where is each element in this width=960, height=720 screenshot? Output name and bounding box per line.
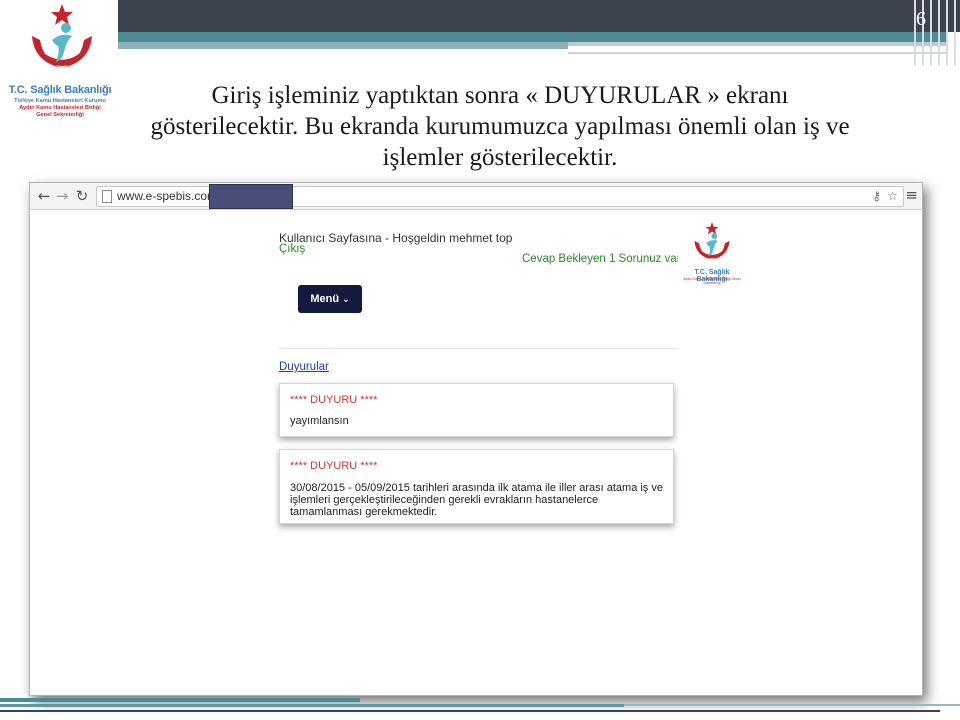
- announcement-card: **** DUYURU **** 30/08/2015 - 05/09/2015…: [279, 449, 674, 524]
- slide-footer-line: [0, 710, 940, 712]
- menu-button-label: Menü: [310, 293, 340, 305]
- page-number: 6: [916, 8, 926, 30]
- ministry-logo-small: T.C. Sağlık Bakanlığı Aydın Kamu Hastane…: [678, 221, 746, 291]
- slide-header-band: [118, 0, 960, 32]
- star-icon[interactable]: ☆: [887, 189, 898, 203]
- browser-window: ← → ↻ www.e-spebis.com/ ⚷ ☆ ≡ Kullanıcı …: [29, 182, 923, 696]
- caption-line: gösterilecektir. Bu ekranda kurumumuzca …: [150, 113, 850, 140]
- crescent-star-icon: [32, 4, 92, 68]
- slide-footer-line: [0, 698, 360, 702]
- announcement-body: yayımlansın: [290, 415, 349, 427]
- key-icon[interactable]: ⚷: [872, 189, 881, 203]
- announcement-header: **** DUYURU ****: [290, 460, 378, 472]
- logout-link[interactable]: Çıkış: [279, 243, 305, 255]
- announcement-body: 30/08/2015 - 05/09/2015 tarihleri arasın…: [290, 482, 663, 518]
- welcome-text: Kullanıcı Sayfasına - Hoşgeldin mehmet t…: [279, 231, 513, 245]
- reload-icon[interactable]: ↻: [72, 186, 92, 206]
- address-bar[interactable]: www.e-spebis.com/ ⚷ ☆: [96, 184, 904, 209]
- caption-line: Giriş işleminiz yaptıktan sonra « DUYURU…: [211, 82, 789, 109]
- chevron-down-icon: ⌄: [342, 295, 350, 305]
- forward-icon[interactable]: →: [52, 186, 72, 206]
- logo-subtitle: Aydın Kamu Hastaneleri Birliği Genel Sek…: [683, 277, 741, 285]
- menu-button[interactable]: Menü ⌄: [298, 285, 362, 313]
- pending-questions-link[interactable]: Cevap Bekleyen 1 Sorunuz var: [522, 253, 681, 265]
- slide-caption: Giriş işleminiz yaptıktan sonra « DUYURU…: [60, 80, 940, 173]
- address-text: www.e-spebis.com/: [117, 189, 221, 203]
- back-icon[interactable]: ←: [34, 186, 54, 206]
- menu-icon[interactable]: ≡: [905, 186, 918, 204]
- slide-header-stripe: [118, 32, 948, 42]
- slide-footer-line: [0, 704, 624, 707]
- browser-toolbar: ← → ↻ www.e-spebis.com/ ⚷ ☆ ≡: [30, 183, 922, 210]
- page-icon: [102, 190, 112, 203]
- slide-footer-line: [624, 704, 960, 706]
- web-page: Kullanıcı Sayfasına - Hoşgeldin mehmet t…: [30, 211, 922, 695]
- address-redaction: [209, 184, 293, 209]
- slide-header-line: [568, 42, 948, 46]
- caption-line: işlemler gösterilecektir.: [382, 144, 618, 171]
- announcements-link[interactable]: Duyurular: [279, 361, 329, 373]
- divider: [279, 348, 677, 349]
- slide-header-stripe-light: [118, 42, 568, 49]
- announcement-header: **** DUYURU ****: [290, 394, 378, 406]
- announcement-card: **** DUYURU **** yayımlansın: [279, 383, 674, 437]
- crescent-star-icon: [694, 222, 730, 260]
- slide-header-line: [568, 52, 948, 54]
